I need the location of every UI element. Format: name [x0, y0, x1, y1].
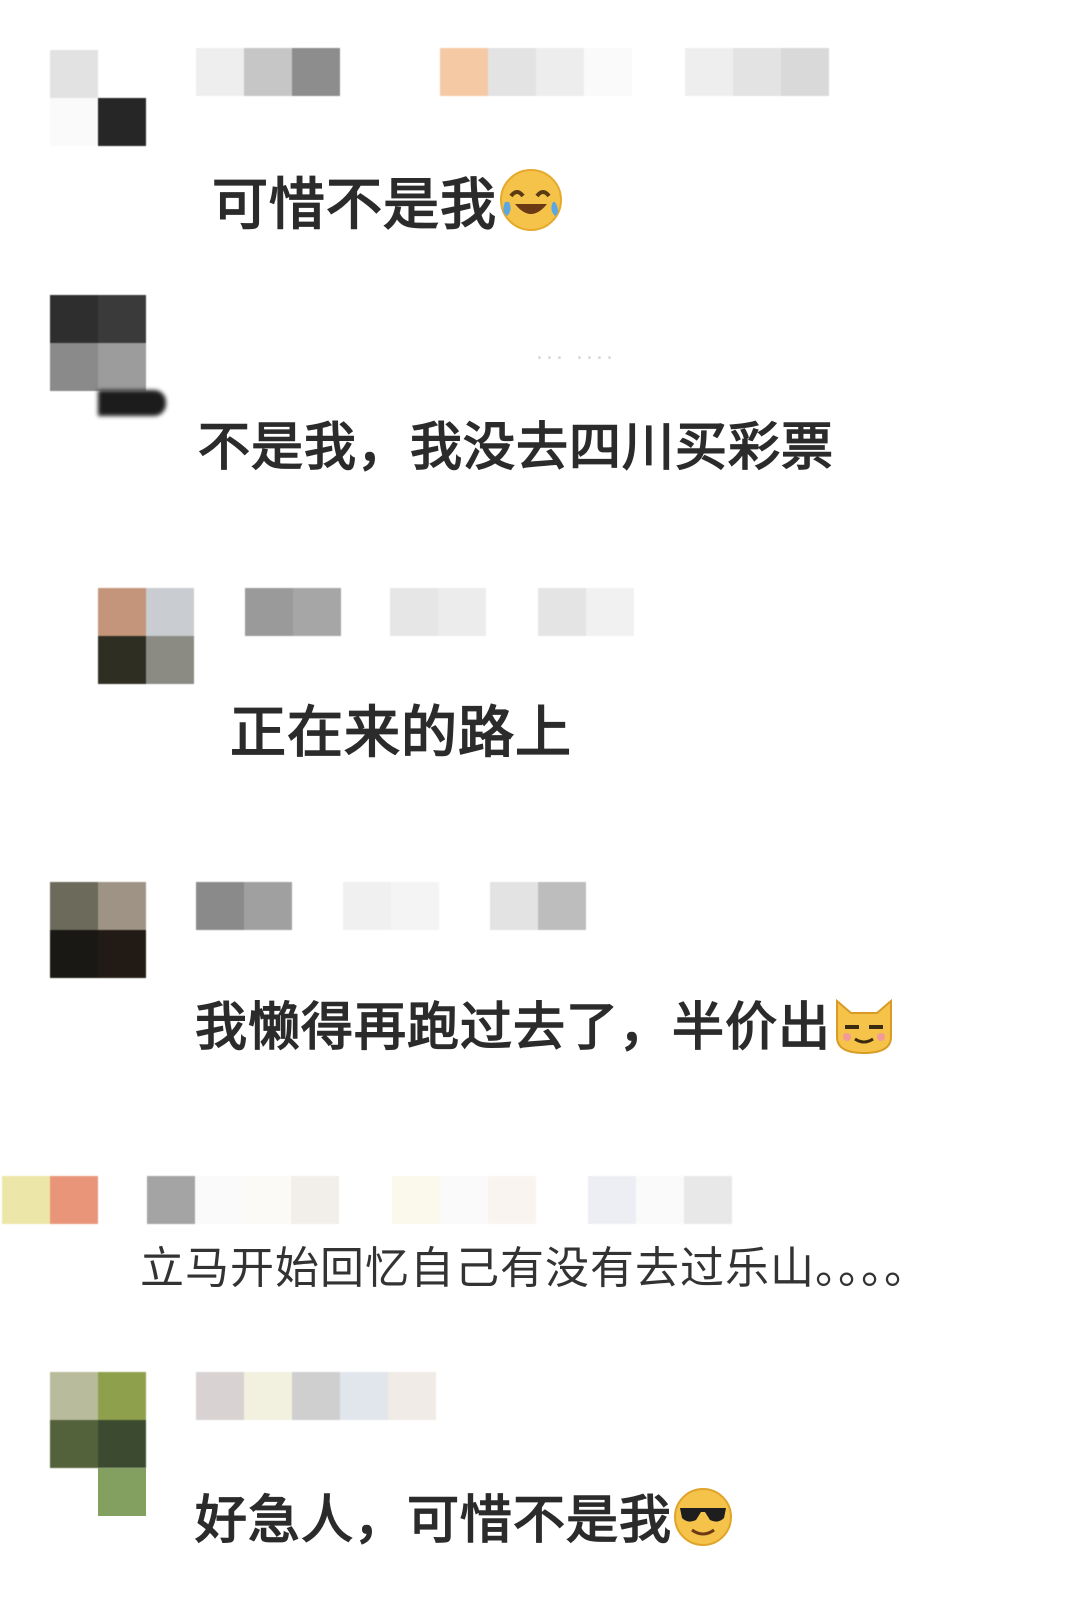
meta-redacted — [440, 48, 632, 96]
meta-redacted — [685, 48, 829, 96]
comment-text: 好急人，可惜不是我 — [195, 1478, 734, 1553]
meta-redacted — [392, 1176, 536, 1224]
username-redacted[interactable] — [196, 48, 340, 96]
avatar-fragment — [98, 1468, 146, 1516]
comment-meta: ... .... — [536, 340, 616, 365]
comment-text: 我懒得再跑过去了，半价出 — [195, 985, 897, 1060]
avatar[interactable] — [50, 295, 146, 391]
avatar[interactable] — [50, 50, 146, 146]
meta-redacted — [343, 882, 439, 930]
cat-smirk-emoji — [831, 993, 897, 1055]
sunglasses-emoji — [672, 1486, 734, 1548]
avatar[interactable] — [50, 1372, 146, 1468]
avatar[interactable] — [50, 882, 146, 978]
meta-redacted — [538, 588, 634, 636]
meta-redacted — [390, 588, 486, 636]
meta-redacted — [490, 882, 586, 930]
meta-redacted — [588, 1176, 732, 1224]
comment-text: 不是我，我没去四川买彩票 — [198, 418, 835, 478]
comment-text: 可惜不是我 — [212, 160, 565, 241]
username-redacted[interactable] — [245, 588, 341, 636]
avatar-shadow — [98, 390, 166, 416]
username-redacted[interactable] — [147, 1176, 339, 1224]
avatar[interactable] — [98, 588, 194, 684]
username-redacted[interactable] — [196, 1372, 436, 1420]
laughing-crying-emoji — [497, 166, 565, 234]
username-redacted[interactable] — [196, 882, 292, 930]
comment-text: 正在来的路上 — [230, 701, 572, 766]
comment-text: 立马开始回忆自己有没有去过乐山。。。。 — [140, 1243, 929, 1294]
avatar[interactable] — [2, 1176, 98, 1224]
